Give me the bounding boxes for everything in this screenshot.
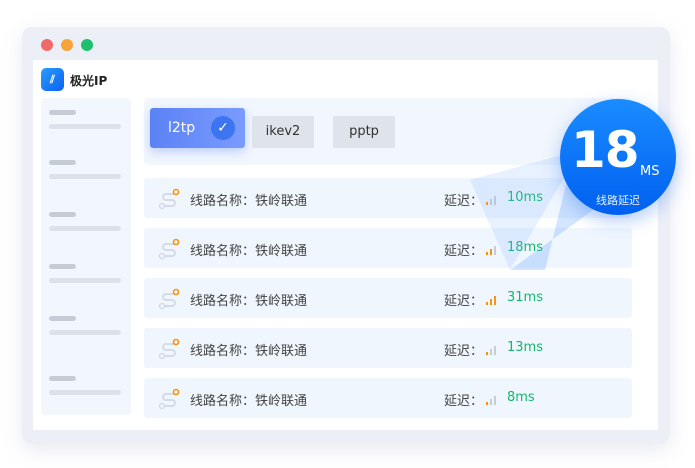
delay-label: 延迟： xyxy=(444,194,484,209)
route-icon xyxy=(158,288,180,310)
signal-bar xyxy=(490,399,492,405)
sidebar xyxy=(41,98,131,415)
route-row[interactable]: 线路名称：铁岭联通 延迟： 31ms xyxy=(144,278,632,318)
brand-name: 极光IP xyxy=(70,74,108,88)
signal-bar xyxy=(490,199,492,205)
signal-icon xyxy=(486,343,498,355)
signal-bar xyxy=(486,402,488,405)
sidebar-skeleton-line xyxy=(49,390,121,395)
signal-bar xyxy=(486,252,488,255)
route-row[interactable]: 线路名称：铁岭联通 延迟： 13ms xyxy=(144,328,632,368)
signal-bar xyxy=(494,196,496,205)
check-icon: ✓ xyxy=(211,116,235,140)
delay-label: 延迟： xyxy=(444,344,484,359)
delay-label: 延迟： xyxy=(444,244,484,259)
delay-value: 18ms xyxy=(507,240,543,255)
tab-ikev2[interactable]: ikev2 xyxy=(252,116,314,148)
route-name: 线路名称：铁岭联通 xyxy=(190,344,308,359)
tab-label: l2tp xyxy=(168,120,196,136)
latency-value: 18 xyxy=(571,121,640,179)
delay-value: 8ms xyxy=(507,390,535,405)
signal-icon xyxy=(486,193,498,205)
signal-bar xyxy=(490,349,492,355)
signal-bar xyxy=(494,346,496,355)
route-icon xyxy=(158,388,180,410)
route-icon xyxy=(158,338,180,360)
route-row[interactable]: 线路名称：铁岭联通 延迟： 18ms xyxy=(144,228,632,268)
route-row[interactable]: 线路名称：铁岭联通 延迟： 8ms xyxy=(144,378,632,418)
signal-icon xyxy=(486,293,498,305)
sidebar-skeleton-title xyxy=(49,376,76,381)
route-name: 线路名称：铁岭联通 xyxy=(190,244,308,259)
signal-icon xyxy=(486,393,498,405)
sidebar-skeleton-line xyxy=(49,330,121,335)
delay-value: 10ms xyxy=(507,190,543,205)
protocol-tabs: l2tp ✓ ikev2 pptp xyxy=(144,98,632,165)
sidebar-skeleton-title xyxy=(49,264,76,269)
delay-label: 延迟： xyxy=(444,294,484,309)
signal-bar xyxy=(490,249,492,255)
signal-bar xyxy=(486,202,488,205)
route-icon xyxy=(158,238,180,260)
signal-bar xyxy=(490,299,492,305)
signal-bar xyxy=(494,396,496,405)
sidebar-skeleton-title xyxy=(49,110,76,115)
signal-icon xyxy=(486,243,498,255)
latency-badge: 18 MS 线路延迟 xyxy=(560,99,676,215)
signal-bar xyxy=(486,302,488,305)
route-icon xyxy=(158,188,180,210)
minimize-window-button[interactable] xyxy=(61,39,73,51)
route-row[interactable]: 线路名称：铁岭联通 延迟： 10ms xyxy=(144,178,632,218)
tab-label: ikev2 xyxy=(265,124,301,139)
delay-value: 31ms xyxy=(507,290,543,305)
sidebar-skeleton-line xyxy=(49,226,121,231)
sidebar-skeleton-title xyxy=(49,316,76,321)
sidebar-skeleton-line xyxy=(49,278,121,283)
signal-bar xyxy=(494,296,496,305)
tab-l2tp[interactable]: l2tp ✓ xyxy=(150,108,245,148)
latency-caption: 线路延迟 xyxy=(596,194,640,207)
sidebar-skeleton-line xyxy=(49,174,121,179)
maximize-window-button[interactable] xyxy=(81,39,93,51)
route-name: 线路名称：铁岭联通 xyxy=(190,294,308,309)
delay-label: 延迟： xyxy=(444,394,484,409)
tab-label: pptp xyxy=(349,124,379,139)
sidebar-skeleton-title xyxy=(49,160,76,165)
signal-bar xyxy=(486,352,488,355)
sidebar-skeleton-title xyxy=(49,212,76,217)
close-window-button[interactable] xyxy=(41,39,53,51)
slashes-icon: ⫽ xyxy=(41,68,64,91)
signal-bar xyxy=(494,246,496,255)
latency-unit: MS xyxy=(640,164,660,179)
sidebar-skeleton-line xyxy=(49,124,121,129)
route-name: 线路名称：铁岭联通 xyxy=(190,394,308,409)
tab-pptp[interactable]: pptp xyxy=(333,116,395,148)
route-name: 线路名称：铁岭联通 xyxy=(190,194,308,209)
delay-value: 13ms xyxy=(507,340,543,355)
